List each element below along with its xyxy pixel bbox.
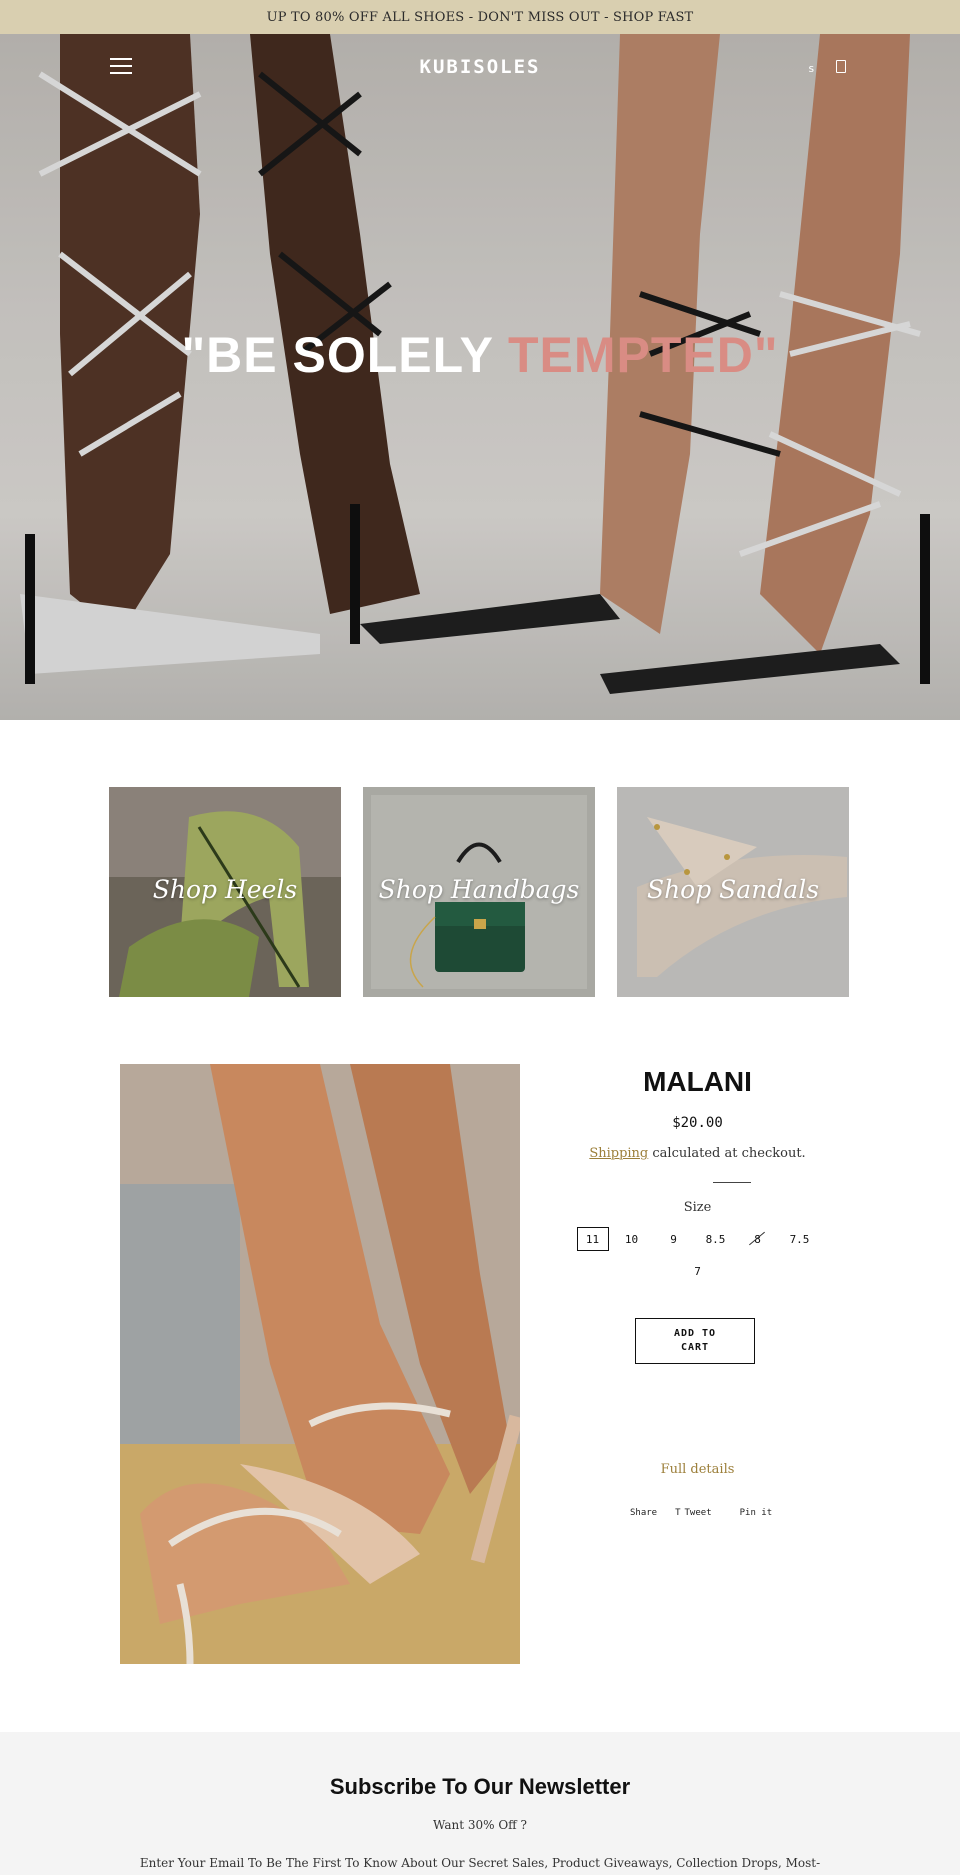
newsletter-subtitle: Want 30% Off ? — [433, 1818, 527, 1832]
tweet-link[interactable]: Tweet — [685, 1508, 712, 1518]
size-label: Size — [683, 1200, 712, 1215]
shipping-link[interactable]: Shipping — [589, 1146, 648, 1161]
size-option-11[interactable]: 11 — [576, 1227, 609, 1251]
hero-title-accent: TEMPTED" — [507, 327, 779, 383]
hero-title-main: "BE SOLELY — [181, 327, 508, 383]
share-facebook-link[interactable]: Share — [630, 1508, 657, 1518]
shipping-text: calculated at checkout. — [648, 1146, 806, 1161]
size-option-9[interactable]: 9 — [655, 1227, 693, 1251]
hero-title: "BE SOLELY TEMPTED" — [0, 326, 960, 384]
site-header: KUBISOLES s — [0, 34, 960, 102]
full-details-link[interactable]: Full details — [540, 1462, 855, 1477]
size-option-8[interactable]: 8 — [739, 1227, 777, 1251]
size-option-10[interactable]: 10 — [613, 1227, 651, 1251]
announcement-text: UP TO 80% OFF ALL SHOES - DON'T MISS OUT… — [266, 9, 694, 25]
cart-icon[interactable] — [836, 60, 846, 73]
collection-handbags[interactable]: Shop Handbags — [363, 787, 595, 997]
social-share: Share T Tweet Pin it — [630, 1508, 772, 1518]
size-option-8-5[interactable]: 8.5 — [697, 1227, 735, 1251]
search-icon[interactable]: s — [808, 62, 815, 75]
product-title: MALANI — [643, 1066, 752, 1097]
collection-heels[interactable]: Shop Heels — [109, 787, 341, 997]
size-option-7-5[interactable]: 7.5 — [781, 1227, 819, 1251]
divider — [713, 1182, 751, 1183]
twitter-icon[interactable]: T — [675, 1508, 680, 1518]
collection-heels-label: Shop Heels — [152, 875, 298, 904]
collection-sandals[interactable]: Shop Sandals — [617, 787, 849, 997]
collection-handbags-label: Shop Handbags — [378, 875, 580, 904]
collection-sandals-label: Shop Sandals — [646, 875, 820, 904]
announcement-bar: UP TO 80% OFF ALL SHOES - DON'T MISS OUT… — [0, 0, 960, 34]
site-logo[interactable]: KUBISOLES — [0, 56, 960, 78]
pin-it-link[interactable]: Pin it — [740, 1508, 773, 1518]
product-price: $20.00 — [672, 1115, 723, 1131]
size-option-7[interactable]: 7 — [679, 1259, 717, 1283]
newsletter-title: Subscribe To Our Newsletter — [329, 1774, 631, 1799]
product-image[interactable] — [120, 1064, 520, 1664]
size-selector: 11 10 9 8.5 8 7.5 7 — [570, 1227, 825, 1291]
newsletter-body: Enter Your Email To Be The First To Know… — [139, 1856, 821, 1870]
newsletter-section — [0, 1732, 960, 1875]
shipping-note: Shipping calculated at checkout. — [540, 1146, 855, 1161]
hero-banner: KUBISOLES s "BE SOLELY TEMPTED" — [0, 34, 960, 720]
add-to-cart-button[interactable]: ADD TO CART — [635, 1318, 755, 1364]
